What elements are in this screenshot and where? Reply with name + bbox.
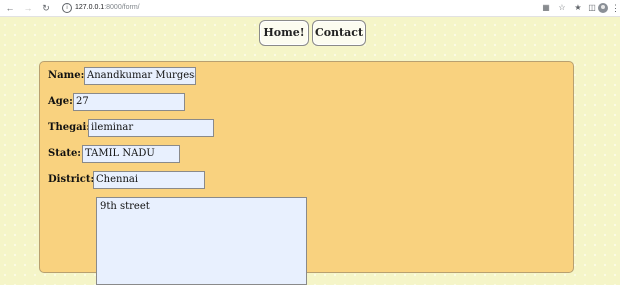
district-field[interactable]: Chennai	[93, 171, 205, 189]
profile-avatar-icon[interactable]	[598, 3, 608, 13]
collections-icon[interactable]: ◫	[586, 2, 598, 14]
more-menu-icon[interactable]: ⋮	[611, 2, 620, 14]
state-label: State:	[48, 148, 81, 159]
district-label: District:	[48, 174, 95, 185]
state-field[interactable]: TAMIL NADU	[82, 145, 180, 163]
url-path: :8000/form/	[104, 4, 140, 11]
address-textarea[interactable]: 9th street	[96, 197, 307, 285]
bookmark-star-icon[interactable]: ☆	[556, 2, 568, 14]
url-host: 127.0.0.1	[75, 4, 105, 11]
age-label: Age:	[48, 96, 73, 107]
translate-icon[interactable]: ▦	[540, 2, 552, 14]
contact-button[interactable]: Contact	[312, 20, 366, 46]
thegai-field[interactable]: ileminar	[88, 119, 214, 137]
form-panel: Name: Anandkumar Murgesan Age: 27 Thegai…	[39, 61, 574, 285]
site-nav: Home! Contact	[0, 20, 620, 46]
name-field[interactable]: Anandkumar Murgesan	[84, 67, 196, 85]
reload-icon[interactable]: ↻	[40, 2, 52, 14]
site-info-icon[interactable]: i	[62, 3, 72, 13]
thegai-label: Thegai:	[48, 122, 91, 133]
browser-toolbar: ← → ↻ i 127.0.0.1:8000/form/ ▦ ☆ ★ ◫ ⋮	[0, 0, 620, 17]
forward-icon[interactable]: →	[22, 2, 34, 14]
age-field[interactable]: 27	[73, 93, 185, 111]
favorites-icon[interactable]: ★	[572, 2, 584, 14]
home-button[interactable]: Home!	[259, 20, 309, 46]
back-icon[interactable]: ←	[4, 2, 16, 14]
address-bar[interactable]: 127.0.0.1:8000/form/	[75, 3, 140, 13]
name-label: Name:	[48, 70, 85, 81]
